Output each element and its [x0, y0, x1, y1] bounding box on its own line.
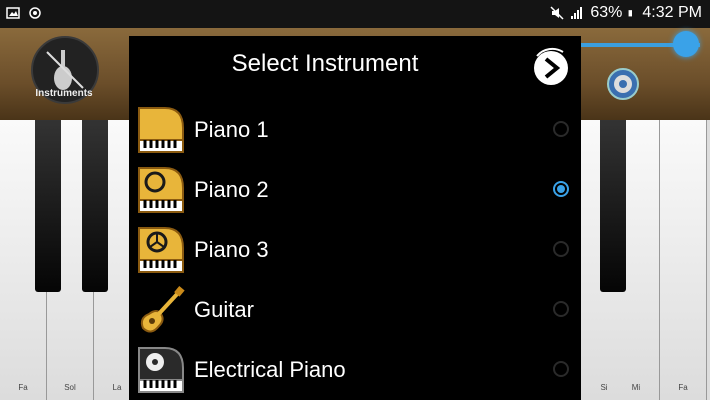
instrument-option-electrical-piano[interactable]: Electrical Piano: [129, 340, 581, 400]
radio-button[interactable]: [553, 121, 569, 137]
select-instrument-dialog: Select Instrument Piano 1 Piano 2 Piano …: [129, 36, 581, 400]
instrument-label: Electrical Piano: [194, 357, 346, 382]
instrument-option-piano-1[interactable]: Piano 1: [129, 100, 581, 160]
white-key[interactable]: Fa: [660, 120, 707, 400]
status-left-icons: [6, 6, 42, 20]
guitar-icon: [140, 286, 185, 333]
signal-icon: [571, 7, 583, 19]
gallery-icon: [6, 7, 20, 19]
instrument-label: Piano 2: [194, 177, 269, 202]
battery-percent: 63%: [590, 4, 623, 21]
key-label: Mi: [631, 383, 641, 392]
status-bar: 63% 4:32 PM: [0, 0, 710, 28]
radio-button[interactable]: [553, 241, 569, 257]
radio-button[interactable]: [553, 361, 569, 377]
key-label: Fa: [678, 383, 688, 392]
grand-piano-icon: [138, 227, 184, 273]
black-key[interactable]: [35, 120, 61, 292]
instrument-option-piano-3[interactable]: Piano 3: [129, 220, 581, 280]
battery-icon: [628, 10, 633, 17]
sync-icon: [29, 7, 41, 19]
instruments-label: Instruments: [35, 88, 93, 99]
mute-icon: [550, 6, 564, 20]
electric-piano-icon: [138, 347, 184, 393]
instrument-label: Piano 1: [194, 117, 269, 142]
clock: 4:32 PM: [642, 4, 702, 21]
next-arrow-icon[interactable]: [529, 46, 573, 90]
black-key[interactable]: [600, 120, 626, 292]
settings-gear-icon[interactable]: [605, 66, 641, 102]
dialog-title: Select Instrument: [231, 50, 419, 77]
instrument-option-piano-2[interactable]: Piano 2: [129, 160, 581, 220]
grand-piano-icon: [138, 107, 184, 153]
radio-button-selected[interactable]: [553, 181, 569, 197]
instrument-label: Guitar: [194, 297, 254, 322]
volume-slider-thumb[interactable]: [673, 31, 699, 57]
grand-piano-icon: [138, 167, 184, 213]
black-key[interactable]: [82, 120, 108, 292]
key-label: Sol: [64, 383, 76, 392]
radio-button[interactable]: [553, 301, 569, 317]
instrument-label: Piano 3: [194, 237, 269, 262]
instrument-option-guitar[interactable]: Guitar: [129, 280, 581, 340]
key-label: Fa: [18, 383, 28, 392]
status-right: 63% 4:32 PM: [550, 4, 702, 22]
